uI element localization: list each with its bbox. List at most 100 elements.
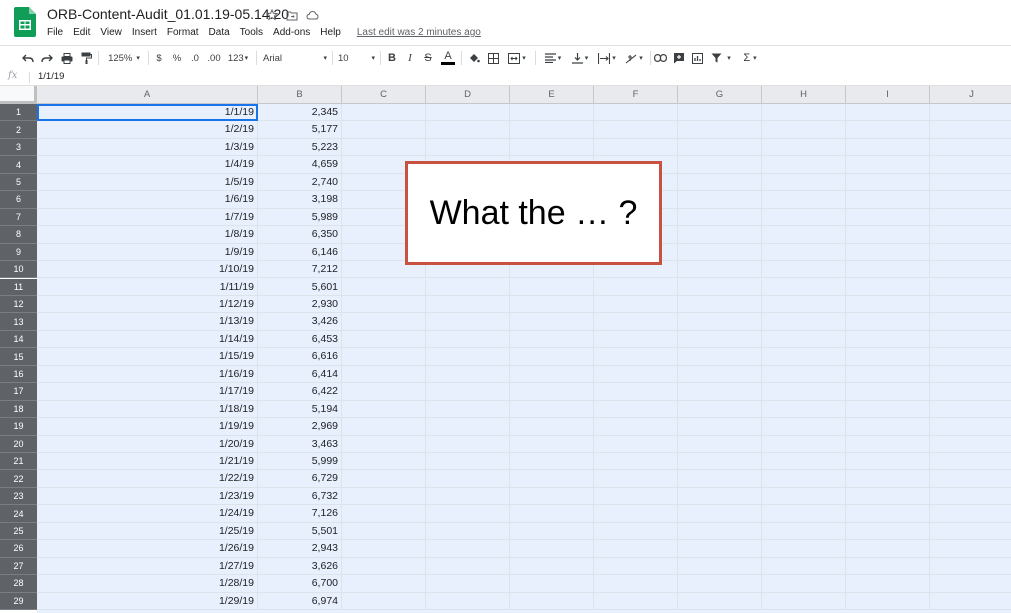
cell-i[interactable] <box>846 400 930 419</box>
cell-a[interactable]: 1/13/19 <box>37 313 258 331</box>
cell-h[interactable] <box>762 575 846 593</box>
cell-h[interactable] <box>762 435 846 453</box>
column-header-f[interactable]: F <box>594 86 678 104</box>
cell-c[interactable] <box>342 295 426 314</box>
cell-e[interactable] <box>510 487 594 506</box>
font-size-select[interactable]: 10 ▾ <box>338 46 375 70</box>
cell-a[interactable]: 1/24/19 <box>37 505 258 523</box>
menu-edit[interactable]: Edit <box>73 27 90 38</box>
cell-g[interactable] <box>678 592 762 611</box>
cell-d[interactable] <box>426 278 510 296</box>
cell-g[interactable] <box>678 365 762 384</box>
cell-h[interactable] <box>762 365 846 384</box>
cell-e[interactable] <box>510 278 594 296</box>
column-header-h[interactable]: H <box>762 86 846 104</box>
cell-h[interactable] <box>762 505 846 523</box>
row-header[interactable]: 22 <box>0 470 37 488</box>
cell-h[interactable] <box>762 453 846 471</box>
cell-g[interactable] <box>678 138 762 157</box>
column-header-b[interactable]: B <box>258 86 342 104</box>
cell-f[interactable] <box>594 592 678 611</box>
cell-h[interactable] <box>762 278 846 296</box>
cell-h[interactable] <box>762 557 846 576</box>
cell-a[interactable]: 1/26/19 <box>37 540 258 558</box>
cell-b[interactable]: 6,729 <box>258 470 342 488</box>
cell-j[interactable] <box>930 470 1011 488</box>
cell-j[interactable] <box>930 121 1011 139</box>
column-header-d[interactable]: D <box>426 86 510 104</box>
row-header[interactable]: 13 <box>0 313 37 331</box>
row-header[interactable]: 5 <box>0 173 37 192</box>
cell-f[interactable] <box>594 522 678 541</box>
cell-e[interactable] <box>510 348 594 366</box>
cell-j[interactable] <box>930 558 1011 576</box>
column-header-i[interactable]: I <box>846 86 930 104</box>
cell-j[interactable] <box>930 226 1011 244</box>
cell-e[interactable] <box>510 470 594 488</box>
row-header[interactable]: 14 <box>0 330 37 349</box>
cell-e[interactable] <box>510 540 594 558</box>
cell-g[interactable] <box>678 226 762 244</box>
menu-insert[interactable]: Insert <box>132 27 157 38</box>
cell-h[interactable] <box>762 261 846 279</box>
row-header[interactable]: 9 <box>0 243 37 262</box>
select-all-corner[interactable] <box>0 86 37 104</box>
functions-button[interactable]: Σ ▾ <box>738 46 762 70</box>
cloud-status-icon[interactable] <box>304 7 320 23</box>
row-header[interactable]: 15 <box>0 348 37 366</box>
cell-j[interactable] <box>930 523 1011 541</box>
cell-f[interactable] <box>594 278 678 296</box>
text-rotation-icon[interactable]: ▾ <box>622 46 646 70</box>
cell-j[interactable] <box>930 174 1011 192</box>
cell-f[interactable] <box>594 104 678 122</box>
cell-h[interactable] <box>762 243 846 262</box>
cell-b[interactable]: 3,626 <box>258 557 342 576</box>
cell-d[interactable] <box>426 104 510 122</box>
cell-e[interactable] <box>510 435 594 453</box>
cell-c[interactable] <box>342 505 426 523</box>
cell-j[interactable] <box>930 279 1011 296</box>
cell-c[interactable] <box>342 121 426 139</box>
cell-j[interactable] <box>930 104 1011 122</box>
filter-icon[interactable]: ▾ <box>708 46 734 70</box>
cell-d[interactable] <box>426 121 510 139</box>
cell-f[interactable] <box>594 365 678 384</box>
column-header-e[interactable]: E <box>510 86 594 104</box>
cell-e[interactable] <box>510 295 594 314</box>
cell-b[interactable]: 2,740 <box>258 173 342 192</box>
cell-d[interactable] <box>426 400 510 419</box>
cell-j[interactable] <box>930 453 1011 471</box>
cell-f[interactable] <box>594 453 678 471</box>
cell-j[interactable] <box>930 575 1011 593</box>
row-header[interactable]: 3 <box>0 138 37 157</box>
cell-j[interactable] <box>930 261 1011 279</box>
row-header[interactable]: 27 <box>0 557 37 576</box>
cell-b[interactable]: 7,126 <box>258 505 342 523</box>
row-header[interactable]: 24 <box>0 505 37 523</box>
increase-decimal-button[interactable]: .00 <box>206 46 222 70</box>
cell-c[interactable] <box>342 365 426 384</box>
cell-e[interactable] <box>510 557 594 576</box>
row-header[interactable]: 12 <box>0 295 37 314</box>
cell-d[interactable] <box>426 365 510 384</box>
cell-j[interactable] <box>930 139 1011 157</box>
cell-a[interactable]: 1/17/19 <box>37 383 258 401</box>
strikethrough-icon[interactable]: S <box>421 46 435 70</box>
cell-g[interactable] <box>678 173 762 192</box>
menu-tools[interactable]: Tools <box>240 27 263 38</box>
cell-a[interactable]: 1/28/19 <box>37 575 258 593</box>
cell-e[interactable] <box>510 138 594 157</box>
cell-f[interactable] <box>594 330 678 349</box>
cell-e[interactable] <box>510 505 594 523</box>
cell-f[interactable] <box>594 121 678 139</box>
cell-b[interactable]: 2,943 <box>258 540 342 558</box>
cell-e[interactable] <box>510 365 594 384</box>
cell-g[interactable] <box>678 348 762 366</box>
cell-f[interactable] <box>594 540 678 558</box>
cell-i[interactable] <box>846 243 930 262</box>
cell-i[interactable] <box>846 418 930 436</box>
cell-j[interactable] <box>930 313 1011 331</box>
row-header[interactable]: 8 <box>0 226 37 244</box>
cell-a[interactable]: 1/15/19 <box>37 348 258 366</box>
cell-i[interactable] <box>846 575 930 593</box>
